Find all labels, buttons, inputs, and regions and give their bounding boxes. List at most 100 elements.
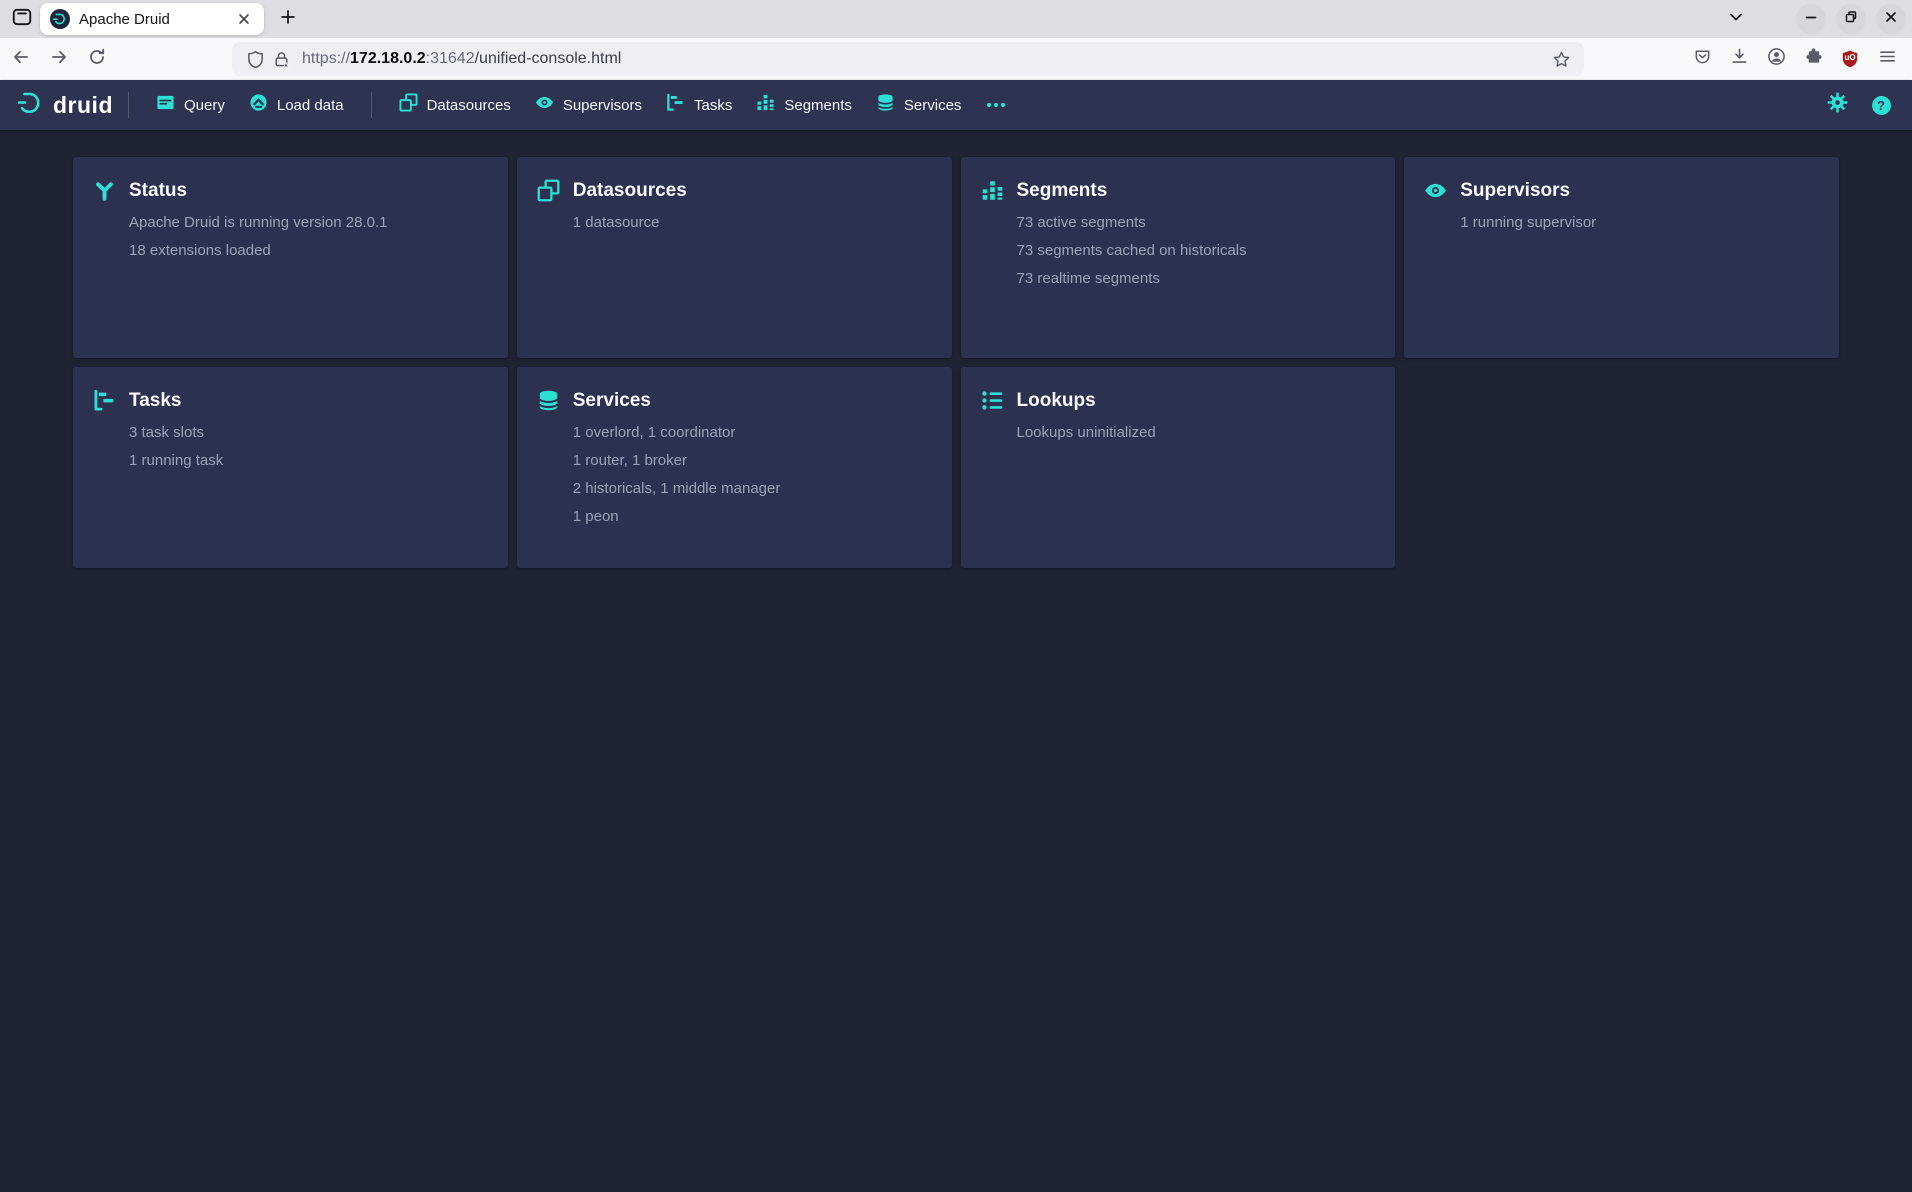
database-icon bbox=[537, 389, 560, 412]
url-text: https://172.18.0.2:31642/unified-console… bbox=[302, 50, 621, 68]
eye-open-icon bbox=[535, 93, 554, 117]
card-lines: 73 active segments 73 segments cached on… bbox=[1017, 209, 1376, 293]
url-port: :31642 bbox=[426, 50, 475, 67]
help-icon: ? bbox=[1871, 95, 1892, 116]
account-button[interactable] bbox=[1759, 42, 1793, 76]
url-path: /unified-console.html bbox=[475, 50, 622, 67]
reload-button[interactable] bbox=[80, 42, 114, 76]
downloads-button[interactable] bbox=[1722, 42, 1756, 76]
eye-open-icon bbox=[1424, 179, 1447, 202]
status-card[interactable]: Status Apache Druid is running version 2… bbox=[73, 157, 508, 358]
nav-item-supervisors[interactable]: Supervisors bbox=[523, 80, 654, 130]
tracking-protection-shield-icon[interactable] bbox=[242, 46, 268, 72]
druid-brand[interactable]: druid bbox=[16, 90, 113, 121]
url-scheme: https:// bbox=[302, 50, 350, 67]
settings-button[interactable] bbox=[1820, 88, 1854, 122]
card-title: Segments bbox=[1017, 180, 1108, 202]
card-title: Supervisors bbox=[1460, 180, 1570, 202]
nav-item-label: Segments bbox=[784, 97, 852, 114]
card-line: 1 peon bbox=[573, 503, 932, 531]
card-title: Datasources bbox=[573, 180, 687, 202]
nav-item-tasks[interactable]: Tasks bbox=[654, 80, 744, 130]
connection-lock-warning-icon[interactable] bbox=[268, 46, 294, 72]
restore-button[interactable] bbox=[1836, 4, 1866, 34]
nav-item-label: Supervisors bbox=[563, 97, 642, 114]
tab-title: Apache Druid bbox=[79, 11, 232, 28]
help-button[interactable]: ? bbox=[1864, 88, 1898, 122]
account-icon bbox=[1767, 47, 1786, 71]
gear-icon bbox=[1827, 92, 1848, 118]
nav-item-label: Tasks bbox=[694, 97, 732, 114]
tab-close-icon[interactable] bbox=[232, 7, 256, 31]
browser-tab[interactable]: Apache Druid bbox=[40, 3, 264, 35]
navbar-right: ? bbox=[1820, 88, 1898, 122]
back-button[interactable] bbox=[4, 42, 38, 76]
url-host: 172.18.0.2 bbox=[350, 50, 426, 67]
services-card[interactable]: Services 1 overlord, 1 coordinator 1 rou… bbox=[517, 367, 952, 568]
nav-item-query[interactable]: Query bbox=[144, 80, 237, 130]
upload-circle-icon bbox=[249, 93, 268, 117]
forward-icon bbox=[49, 47, 69, 72]
nav-item-datasources[interactable]: Datasources bbox=[387, 80, 523, 130]
nav-item-segments[interactable]: Segments bbox=[744, 80, 864, 130]
nav-item-services[interactable]: Services bbox=[864, 80, 974, 130]
druid-navbar: druid Query Load data Datasources Superv… bbox=[0, 80, 1912, 130]
card-line: 1 running task bbox=[129, 447, 488, 475]
menu-button[interactable] bbox=[1870, 42, 1904, 76]
card-line: Apache Druid is running version 28.0.1 bbox=[129, 209, 488, 237]
card-lines: 3 task slots 1 running task bbox=[129, 419, 488, 475]
card-line: 18 extensions loaded bbox=[129, 237, 488, 265]
new-tab-button[interactable] bbox=[272, 4, 304, 34]
card-line: 2 historicals, 1 middle manager bbox=[573, 475, 932, 503]
nav-more-button[interactable] bbox=[973, 80, 1019, 130]
ublock-badge-label: uO bbox=[1844, 53, 1855, 62]
restore-icon bbox=[1844, 10, 1858, 29]
back-icon bbox=[11, 47, 31, 72]
card-title: Status bbox=[129, 180, 187, 202]
card-line: 73 segments cached on historicals bbox=[1017, 237, 1376, 265]
segments-card[interactable]: Segments 73 active segments 73 segments … bbox=[961, 157, 1396, 358]
multi-select-icon bbox=[537, 179, 560, 202]
stacked-chart-icon bbox=[756, 93, 775, 117]
hamburger-icon bbox=[1878, 47, 1897, 71]
navbar-divider bbox=[371, 92, 372, 118]
card-line: 3 task slots bbox=[129, 419, 488, 447]
chevron-down-icon bbox=[1728, 9, 1744, 30]
firefox-view-button[interactable] bbox=[6, 4, 38, 34]
card-line: Lookups uninitialized bbox=[1017, 419, 1376, 447]
tasks-card[interactable]: Tasks 3 task slots 1 running task bbox=[73, 367, 508, 568]
brand-name: druid bbox=[53, 92, 113, 119]
list-all-tabs-button[interactable] bbox=[1720, 4, 1752, 34]
minimize-button[interactable] bbox=[1796, 4, 1826, 34]
druid-favicon bbox=[50, 9, 70, 29]
pocket-button[interactable] bbox=[1685, 42, 1719, 76]
card-header: Services bbox=[537, 389, 932, 412]
gantt-chart-icon bbox=[93, 389, 116, 412]
bookmark-star-icon[interactable] bbox=[1548, 46, 1574, 72]
card-title: Services bbox=[573, 390, 651, 412]
minimize-icon bbox=[1804, 10, 1818, 29]
lookups-card[interactable]: Lookups Lookups uninitialized bbox=[961, 367, 1396, 568]
close-window-button[interactable] bbox=[1876, 4, 1906, 34]
card-header: Supervisors bbox=[1424, 179, 1819, 202]
reload-icon bbox=[87, 47, 107, 72]
ublock-shield-icon: uO bbox=[1840, 49, 1860, 69]
nav-item-load-data[interactable]: Load data bbox=[237, 80, 356, 130]
card-lines: 1 running supervisor bbox=[1460, 209, 1819, 237]
card-line: 1 overlord, 1 coordinator bbox=[573, 419, 932, 447]
ublock-button[interactable]: uO bbox=[1833, 42, 1867, 76]
more-dots-icon bbox=[985, 96, 1007, 114]
nav-item-label: Datasources bbox=[427, 97, 511, 114]
card-header: Datasources bbox=[537, 179, 932, 202]
pocket-icon bbox=[1693, 47, 1712, 71]
card-header: Tasks bbox=[93, 389, 488, 412]
extensions-button[interactable] bbox=[1796, 42, 1830, 76]
forward-button[interactable] bbox=[42, 42, 76, 76]
supervisors-card[interactable]: Supervisors 1 running supervisor bbox=[1404, 157, 1839, 358]
datasources-card[interactable]: Datasources 1 datasource bbox=[517, 157, 952, 358]
plus-icon bbox=[280, 9, 296, 30]
card-header: Status bbox=[93, 179, 488, 202]
card-line: 73 realtime segments bbox=[1017, 265, 1376, 293]
application-icon bbox=[156, 93, 175, 117]
url-bar[interactable]: https://172.18.0.2:31642/unified-console… bbox=[232, 42, 1584, 76]
